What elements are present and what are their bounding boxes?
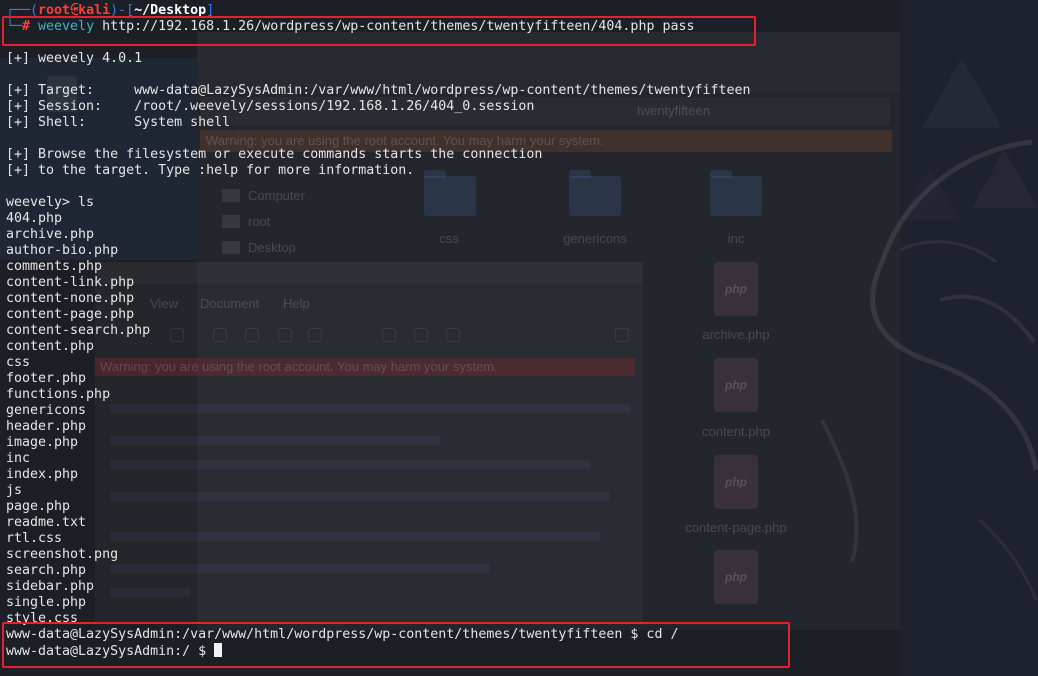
ls-output-entry: archive.php <box>6 227 95 242</box>
ls-output-entry: sidebar.php <box>6 579 95 594</box>
weevely-info: [+] Browse the filesystem or execute com… <box>6 147 543 162</box>
ls-output-entry: rtl.css <box>6 531 63 546</box>
ls-output-entry: inc <box>6 451 31 466</box>
ls-output-entry: image.php <box>6 435 79 450</box>
ls-output-entry: index.php <box>6 467 79 482</box>
terminal-output[interactable]: ┌──(root㉿kali)-[~/Desktop] └─# weevely htt… <box>6 3 751 659</box>
terminal-window[interactable]: twentyfifteen Warning: you are using the… <box>0 0 1038 676</box>
weevely-prompt: weevely> ls <box>6 195 95 210</box>
ls-output-entry: content-none.php <box>6 291 135 306</box>
weevely-info: [+] to the target. Type :help for more i… <box>6 163 415 178</box>
ls-output-entry: footer.php <box>6 371 87 386</box>
ls-output-entry: header.php <box>6 419 87 434</box>
ls-output-entry: js <box>6 483 23 498</box>
ls-output-entry: single.php <box>6 595 87 610</box>
ls-output-entry: content-page.php <box>6 307 135 322</box>
weevely-session: [+] Session: /root/.weevely/sessions/192… <box>6 99 535 114</box>
ls-output-entry: content.php <box>6 339 95 354</box>
ls-output-entry: author-bio.php <box>6 243 119 258</box>
ls-output-entry: genericons <box>6 403 87 418</box>
ls-output-entry: comments.php <box>6 259 103 274</box>
weevely-version: [+] weevely 4.0.1 <box>6 51 143 66</box>
ls-output-entry: search.php <box>6 563 87 578</box>
weevely-target: [+] Target: www-data@LazySysAdmin:/var/w… <box>6 83 751 98</box>
ls-output-entry: readme.txt <box>6 515 87 530</box>
ls-output-entry: css <box>6 355 31 370</box>
ls-output-entry: page.php <box>6 499 71 514</box>
highlight-box-shell-commands <box>2 622 790 668</box>
ls-output-entry: functions.php <box>6 387 111 402</box>
ls-output-entry: content-link.php <box>6 275 135 290</box>
ls-output-entry: content-search.php <box>6 323 151 338</box>
weevely-shell: [+] Shell: System shell <box>6 115 231 130</box>
highlight-box-weevely-command <box>2 16 756 46</box>
ls-output-entry: screenshot.png <box>6 547 119 562</box>
ls-output-entry: 404.php <box>6 211 63 226</box>
